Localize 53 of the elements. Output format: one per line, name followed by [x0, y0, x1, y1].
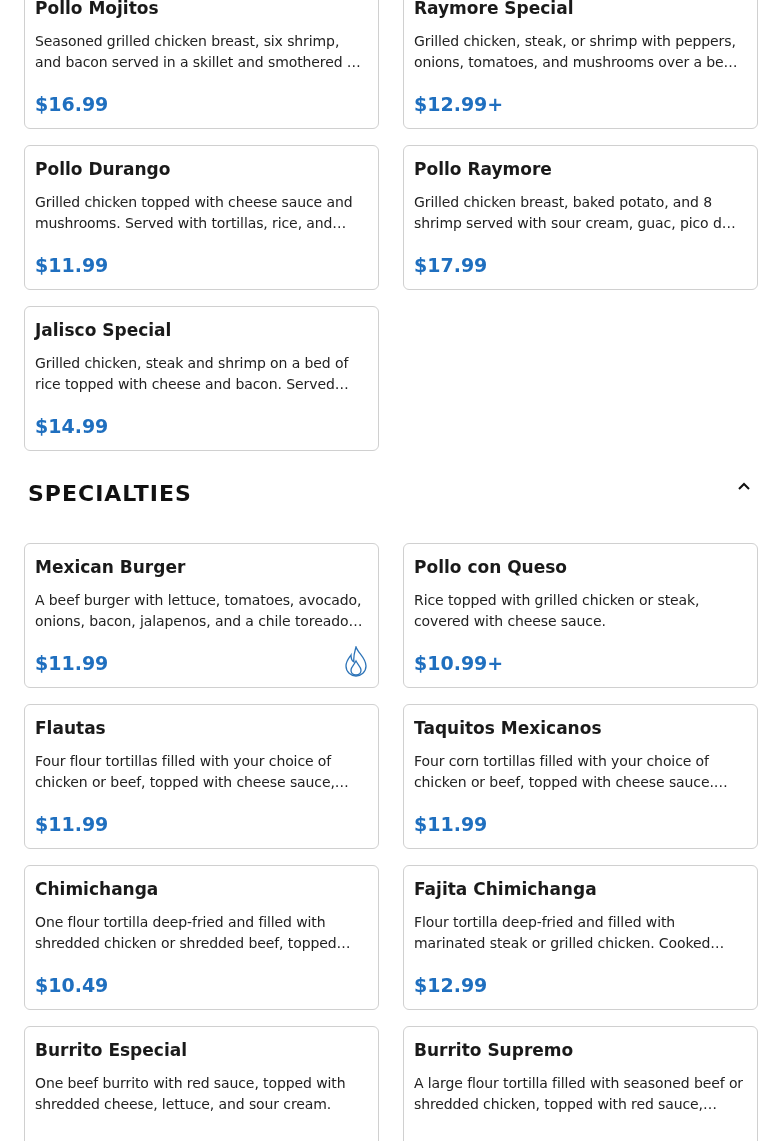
item-name: Mexican Burger — [35, 556, 187, 578]
item-price: $17.99 — [414, 253, 488, 277]
item-name: Fajita Chimichanga — [414, 878, 598, 900]
item-description: Grilled chicken, steak, or shrimp with peppers, onions, tomatoes, and mushrooms over a be… — [414, 32, 739, 72]
item-name: Burrito Especial — [35, 1039, 188, 1061]
item-description: Rice topped with grilled chicken or steak, covered with cheese sauce. — [414, 591, 701, 631]
item-price: $10.99+ — [414, 651, 504, 675]
item-name: Pollo con Queso — [414, 556, 569, 578]
item-price: $11.99 — [35, 812, 109, 836]
section-title: SPECIALTIES — [28, 480, 192, 506]
menu-item-card[interactable]: Pollo Raymore Grilled chicken breast, baked potato, and 8 shrimp served with sour cream, guac, pico d… $17.99 — [403, 145, 758, 290]
menu-item-card[interactable]: Flautas Four flour tortillas filled with your choice of chicken or beef, topped with cheese sauce,… $11.99 — [24, 704, 379, 849]
item-description: Grilled chicken, steak and shrimp on a bed of rice topped with cheese and bacon. Served… — [35, 354, 350, 394]
menu-item-card[interactable]: Burrito Especial One beef burrito with red sauce, topped with shredded cheese, lettuce, and sour cream. — [24, 1026, 379, 1141]
item-description: Seasoned grilled chicken breast, six shrimp, and bacon served in a skillet and smothered … — [35, 32, 362, 72]
item-name: Pollo Mojitos — [35, 0, 160, 19]
item-name: Jalisco Special — [35, 319, 173, 341]
item-name: Raymore Special — [414, 0, 575, 19]
item-name: Flautas — [35, 717, 107, 739]
flame-icon — [344, 646, 368, 677]
menu-item-card[interactable]: Pollo Mojitos Seasoned grilled chicken breast, six shrimp, and bacon served in a skillet and smothered … $16.99 — [24, 0, 379, 129]
item-description: Grilled chicken breast, baked potato, and 8 shrimp served with sour cream, guac, pico d… — [414, 193, 737, 233]
item-name: Pollo Durango — [35, 158, 172, 180]
item-price: $11.99 — [414, 812, 488, 836]
item-price: $14.99 — [35, 414, 109, 438]
item-price: $11.99 — [35, 253, 109, 277]
item-name: Pollo Raymore — [414, 158, 553, 180]
menu-item-card[interactable]: Mexican Burger A beef burger with lettuce, tomatoes, avocado, onions, bacon, jalapenos, and a chile toreado… $11.99 — [24, 543, 379, 688]
item-name: Taquitos Mexicanos — [414, 717, 603, 739]
item-price: $16.99 — [35, 92, 109, 116]
menu-item-card[interactable]: Pollo con Queso Rice topped with grilled chicken or steak, covered with cheese sauce. $10.99+ — [403, 543, 758, 688]
item-description: One beef burrito with red sauce, topped with shredded cheese, lettuce, and sour cream. — [35, 1074, 347, 1114]
menu-item-card[interactable]: Burrito Supremo A large flour tortilla filled with seasoned beef or shredded chicken, topped with red sauce,… — [403, 1026, 758, 1141]
item-price: $12.99 — [414, 973, 488, 997]
menu-item-card[interactable]: Raymore Special Grilled chicken, steak, or shrimp with peppers, onions, tomatoes, and mushrooms over a be… $12.99+ — [403, 0, 758, 129]
menu-item-card[interactable]: Jalisco Special Grilled chicken, steak and shrimp on a bed of rice topped with cheese and bacon. Served… $14.99 — [24, 306, 379, 451]
item-price: $12.99+ — [414, 92, 504, 116]
menu-item-card[interactable]: Chimichanga One flour tortilla deep-fried and filled with shredded chicken or shredded beef, topped… $10.49 — [24, 865, 379, 1010]
item-description: Grilled chicken topped with cheese sauce and mushrooms. Served with tortillas, rice, and… — [35, 193, 354, 233]
item-description: Four corn tortillas filled with your choice of chicken or beef, topped with cheese sauce.… — [414, 752, 729, 792]
menu-item-card[interactable]: Pollo Durango Grilled chicken topped with cheese sauce and mushrooms. Served with tortillas, rice, and… $11.99 — [24, 145, 379, 290]
item-description: A large flour tortilla filled with seasoned beef or shredded chicken, topped with red sauce,… — [414, 1074, 744, 1114]
menu-item-card[interactable]: Fajita Chimichanga Flour tortilla deep-fried and filled with marinated steak or grilled chicken. Cooked… $12.99 — [403, 865, 758, 1010]
chevron-up-icon — [737, 481, 751, 491]
item-name: Chimichanga — [35, 878, 160, 900]
item-price: $10.49 — [35, 973, 109, 997]
menu-item-card[interactable]: Taquitos Mexicanos Four corn tortillas filled with your choice of chicken or beef, topped with cheese sauce.… $11.99 — [403, 704, 758, 849]
item-description: Four flour tortillas filled with your choice of chicken or beef, topped with cheese sauce,… — [35, 752, 350, 792]
item-price: $11.99 — [35, 651, 109, 675]
item-description: A beef burger with lettuce, tomatoes, avocado, onions, bacon, jalapenos, and a chile toreado… — [35, 591, 364, 631]
item-name: Burrito Supremo — [414, 1039, 575, 1061]
item-description: One flour tortilla deep-fried and filled with shredded chicken or shredded beef, topped… — [35, 913, 352, 953]
item-description: Flour tortilla deep-fried and filled with marinated steak or grilled chicken. Cooked… — [414, 913, 726, 953]
